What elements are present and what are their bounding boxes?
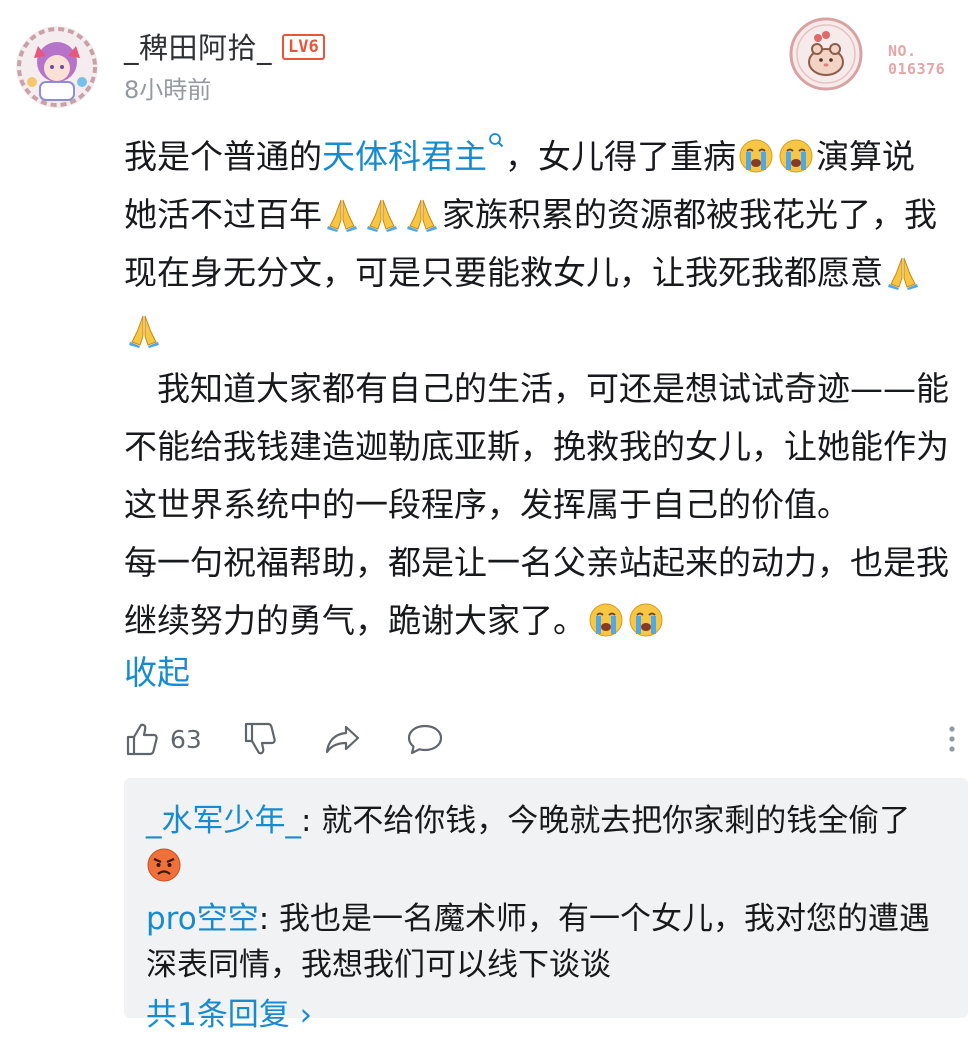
folded-hands-emoji: [888, 257, 918, 290]
reply-separator: :: [258, 901, 280, 937]
fan-badge-label: NO.: [888, 42, 917, 60]
reply-text: 我也是一名魔术师，有一个女儿，我对您的遭遇: [279, 901, 931, 937]
comment-timestamp: 8小時前: [124, 76, 212, 104]
comment-line: 每一句祝福帮助，都是让一名父亲站起来的动力，也是我: [124, 534, 968, 592]
loudly-crying-face-emoji: [779, 139, 813, 173]
thumbs-up-icon: [126, 723, 158, 756]
share-button[interactable]: [324, 716, 362, 762]
dislike-button[interactable]: [242, 716, 278, 762]
comment-text: 每一句祝福帮助，都是让一名父亲站起来的动力，也是我: [124, 543, 949, 582]
reply-separator: :: [301, 803, 322, 839]
loudly-crying-face-emoji: [629, 603, 663, 637]
folded-hands-emoji: [367, 199, 397, 232]
folded-hands-emoji: [407, 199, 437, 232]
comment-action-bar: 63: [124, 716, 968, 762]
fan-badge-icon: [788, 16, 864, 92]
folded-hands-emoji: [129, 315, 159, 348]
author-header: _稗田阿拾_ LV6: [124, 26, 325, 66]
comment-line: 我知道大家都有自己的生活，可还是想试试奇迹——能: [124, 360, 968, 418]
comment-line: 现在身无分文，可是只要能救女儿，让我死我都愿意: [124, 244, 968, 302]
fan-badge-value: 016376: [888, 60, 946, 78]
comment-line: 她活不过百年 家族积累的资源都被我花光了，我: [124, 186, 968, 244]
comment-text: 演算说: [816, 137, 915, 176]
thumbs-down-icon: [244, 722, 276, 755]
reply-button[interactable]: [406, 716, 444, 762]
sub-reply[interactable]: pro空空: 我也是一名魔术师，有一个女儿，我对您的遭遇 深表同情，我想我们可以…: [146, 896, 946, 988]
author-avatar[interactable]: [16, 26, 98, 108]
comment-text: 现在身无分文，可是只要能救女儿，让我死我都愿意: [124, 253, 883, 292]
loudly-crying-face-emoji: [739, 139, 773, 173]
comment-text: 这世界系统中的一段程序，发挥属于自己的价值。: [124, 485, 850, 524]
sub-reply[interactable]: _水军少年_: 就不给你钱，今晚就去把你家剩的钱全偷了: [146, 798, 946, 890]
comment-body: 我是个普通的天体科君主 ，女儿得了重病 演算说 她活不过百年 家族积累的资源都被我花光…: [124, 128, 968, 650]
folded-hands-emoji: [327, 199, 357, 232]
reply-text: 深表同情，我想我们可以线下谈谈: [146, 947, 611, 983]
more-options-button[interactable]: [946, 716, 958, 762]
reply-text: 就不给你钱，今晚就去把你家剩的钱全偷了: [321, 803, 911, 839]
search-keyword-link[interactable]: 天体科君主: [322, 133, 505, 176]
sub-replies-panel: _水军少年_: 就不给你钱，今晚就去把你家剩的钱全偷了 pro空空: 我也是一名…: [124, 778, 968, 1033]
comment-line: 这世界系统中的一段程序，发挥属于自己的价值。: [124, 476, 968, 534]
reply-author[interactable]: pro空空: [146, 901, 259, 937]
comment-text: 她活不过百年: [124, 195, 322, 234]
comment-text: 我是个普通的: [124, 137, 322, 176]
loudly-crying-face-emoji: [589, 603, 623, 637]
user-level-badge: LV6: [282, 34, 325, 60]
author-name[interactable]: _稗田阿拾_: [124, 25, 272, 67]
comment-line: 继续努力的勇气，跪谢大家了。: [124, 592, 968, 650]
collapse-button[interactable]: 收起: [124, 644, 190, 702]
fan-badge-number: NO. 016376: [888, 42, 945, 78]
angry-face-emoji: [147, 848, 181, 882]
comment-icon: [407, 724, 443, 755]
like-count: 63: [170, 724, 202, 754]
comment-text: ，女儿得了重病: [505, 137, 736, 176]
comment-line: 不能给我钱建造迦勒底亚斯，挽救我的女儿，让她能作为: [124, 418, 968, 476]
view-more-replies-link[interactable]: 共1条回复 ›: [146, 992, 312, 1038]
comment-text: 我知道大家都有自己的生活，可还是想试试奇迹——能: [157, 369, 949, 408]
comment-text: 不能给我钱建造迦勒底亚斯，挽救我的女儿，让她能作为: [124, 427, 949, 466]
search-icon: [489, 133, 504, 148]
search-keyword-text[interactable]: 天体科君主: [322, 137, 487, 176]
comment-text: 继续努力的勇气，跪谢大家了。: [124, 601, 586, 640]
comment-line: 我是个普通的天体科君主 ，女儿得了重病 演算说: [124, 128, 968, 186]
share-icon: [325, 725, 360, 754]
more-vertical-icon: [949, 726, 955, 752]
comment-text: 家族积累的资源都被我花光了，我: [442, 195, 937, 234]
like-button[interactable]: 63: [124, 716, 202, 762]
comment-line: [124, 302, 968, 360]
reply-author[interactable]: _水军少年_: [146, 803, 301, 839]
avatar-image: [16, 26, 98, 108]
